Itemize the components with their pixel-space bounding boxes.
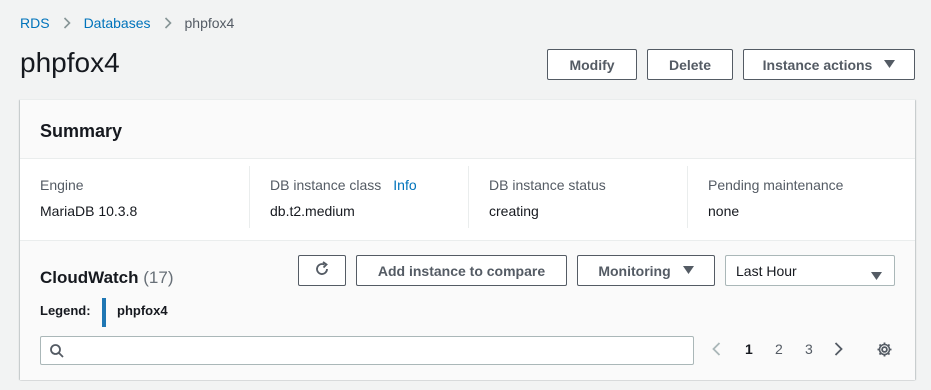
search-icon [49,343,65,364]
pagination-next[interactable] [834,342,843,359]
modify-button-label: Modify [569,56,615,73]
instance-status-label: DB instance status [489,177,606,193]
pagination-page-2[interactable]: 2 [775,341,783,357]
pagination-page-1[interactable]: 1 [745,341,753,357]
search-field [40,336,694,365]
breadcrumb-rds[interactable]: RDS [20,15,50,31]
cloudwatch-title: CloudWatch (17) [40,268,174,288]
info-link[interactable]: Info [393,177,416,193]
instance-class-label-text: DB instance class [270,177,382,193]
engine-label: Engine [40,177,84,193]
pending-maintenance-label: Pending maintenance [708,177,844,193]
instance-status-column: DB instance status creating [468,166,687,228]
settings-gear-icon[interactable] [876,341,893,361]
instance-actions-label: Instance actions [762,56,873,73]
breadcrumb-databases[interactable]: Databases [84,15,151,31]
time-range-select[interactable]: Last Hour [725,255,895,286]
breadcrumb-current: phpfox4 [184,15,235,31]
pending-maintenance-value: none [708,203,740,219]
legend-color-bar [102,298,106,327]
add-instance-compare-label: Add instance to compare [377,262,546,279]
caret-down-icon [884,59,896,71]
instance-class-column: DB instance class Info db.t2.medium [249,166,468,228]
caret-down-icon [682,265,694,277]
delete-button[interactable]: Delete [647,49,733,80]
breadcrumb: RDS Databases phpfox4 [20,15,234,31]
instance-actions-button[interactable]: Instance actions [743,49,915,80]
cloudwatch-title-text: CloudWatch [40,268,139,287]
summary-title: Summary [40,121,123,141]
engine-value: MariaDB 10.3.8 [40,203,138,219]
monitoring-label: Monitoring [598,262,671,279]
legend-label: Legend: [40,303,91,318]
modify-button[interactable]: Modify [547,49,637,80]
summary-panel: Summary Engine MariaDB 10.3.8 DB instanc… [20,99,915,380]
instance-status-value: creating [489,203,539,219]
refresh-button[interactable] [298,255,346,286]
pagination-previous[interactable] [712,342,721,359]
cloudwatch-count: (17) [143,268,174,287]
delete-button-label: Delete [668,56,712,73]
instance-class-value: db.t2.medium [270,203,355,219]
summary-header: Summary [20,100,915,159]
search-input[interactable] [73,340,683,361]
chevron-right-icon [63,17,71,29]
page-title: phpfox4 [20,47,120,78]
caret-down-icon [871,267,882,283]
add-instance-compare-button[interactable]: Add instance to compare [356,255,567,286]
monitoring-button[interactable]: Monitoring [577,255,715,286]
cloudwatch-section: CloudWatch (17) Add instance to compare … [20,240,915,380]
instance-class-label: DB instance class Info [270,177,417,193]
chevron-right-icon [164,17,172,29]
engine-column: Engine MariaDB 10.3.8 [20,166,249,228]
pagination-page-3[interactable]: 3 [805,341,813,357]
pending-maintenance-column: Pending maintenance none [687,166,915,228]
refresh-icon [314,261,330,280]
time-range-value: Last Hour [736,263,797,279]
legend-item: phpfox4 [117,303,168,318]
